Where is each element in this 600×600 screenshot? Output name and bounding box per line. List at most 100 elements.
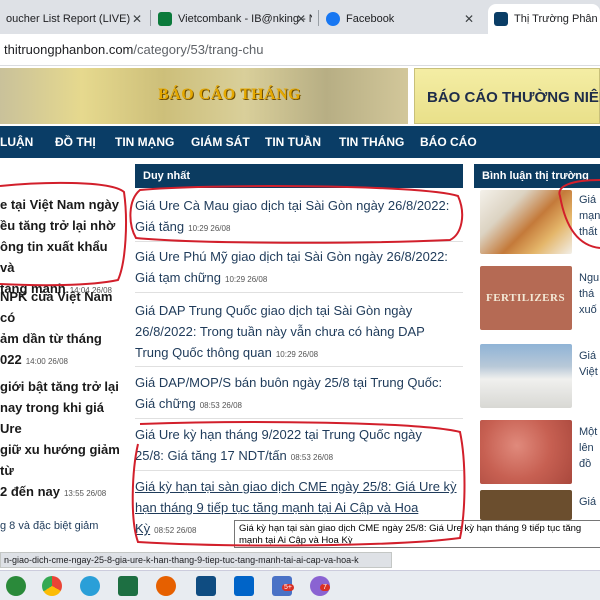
commentary-thumb-granules[interactable] bbox=[480, 420, 572, 484]
left-news-item[interactable]: e tại Việt Nam ngày ều tăng trở lại nhờ … bbox=[0, 194, 125, 301]
divider bbox=[135, 418, 463, 419]
tab-divider bbox=[150, 10, 151, 26]
browser-tab-strip: oucher List Report (LIVE) ✕ Vietcombank … bbox=[0, 0, 600, 34]
url-path: /category/53/trang-chu bbox=[133, 42, 264, 57]
commentary-thumb-fertilizers[interactable]: FERTILIZERS bbox=[480, 266, 572, 330]
tab-thi-truong-phan-bon[interactable]: Thị Trường Phân Bón bbox=[488, 4, 600, 34]
commentary-item[interactable]: Một lên đồ bbox=[579, 424, 597, 472]
headline-line: Giá bbox=[579, 496, 597, 508]
taskbar: 5+ 7 bbox=[0, 570, 600, 600]
headline-line: Việt bbox=[579, 366, 598, 378]
news-item-dap-trung-quoc[interactable]: Giá DAP Trung Quốc giao dịch tại Sài Gòn… bbox=[135, 300, 463, 365]
close-tab-icon[interactable]: ✕ bbox=[464, 12, 474, 26]
news-item-ure-ca-mau[interactable]: Giá Ure Cà Mau giao dịch tại Sài Gòn ngà… bbox=[135, 195, 463, 239]
commentary-item[interactable]: Giá mạn thất bbox=[579, 192, 600, 240]
divider bbox=[135, 241, 463, 242]
headline-line: Giá bbox=[579, 350, 597, 362]
headline-line: Kỳ bbox=[135, 521, 151, 536]
headline-line: 26/8/2022: Trong tuần này vẫn chưa có hà… bbox=[135, 324, 425, 339]
headline-line: Giá kỳ hạn tại sàn giao dịch CME ngày 25… bbox=[135, 479, 457, 494]
link-tooltip: Giá kỳ hạn tại sàn giao dịch CME ngày 25… bbox=[234, 520, 600, 548]
headline-line: thá bbox=[579, 288, 595, 300]
chrome-icon[interactable] bbox=[42, 576, 62, 596]
divider bbox=[135, 292, 463, 293]
url-host: thitruongphanbon.com bbox=[4, 42, 134, 57]
headline-line: Ngu bbox=[579, 272, 600, 284]
headline-line: Giá Ure Cà Mau giao dịch tại Sài Gòn ngà… bbox=[135, 198, 450, 213]
headline-line: nay trong khi giá Ure bbox=[0, 400, 105, 436]
firefox-icon[interactable] bbox=[156, 576, 176, 596]
tab-divider bbox=[318, 10, 319, 26]
headline-line: xuố bbox=[579, 304, 597, 316]
messenger-icon[interactable]: 7 bbox=[310, 576, 330, 596]
status-bar-url: n-giao-dich-cme-ngay-25-8-gia-ure-k-han-… bbox=[0, 552, 392, 568]
headline-line: Giá tạm chững bbox=[135, 270, 222, 285]
nav-item-binh-luan[interactable]: LUẬN bbox=[0, 135, 33, 149]
tab-label: oucher List Report (LIVE) bbox=[6, 13, 131, 25]
close-tab-icon[interactable]: ✕ bbox=[132, 12, 142, 26]
nav-item-do-thi[interactable]: ĐỒ THỊ bbox=[55, 135, 96, 149]
monthly-report-banner-text: BÁO CÁO THÁNG bbox=[158, 86, 302, 103]
teamviewer-icon[interactable]: 5+ bbox=[272, 576, 294, 596]
headline-line: giữ xu hướng giảm từ bbox=[0, 442, 120, 478]
bank-app-icon[interactable] bbox=[196, 576, 216, 596]
news-item-ure-ky-han[interactable]: Giá Ure kỳ hạn tháng 9/2022 tại Trung Qu… bbox=[135, 424, 463, 468]
notification-badge: 5+ bbox=[282, 584, 294, 591]
address-bar[interactable]: thitruongphanbon.com/category/53/trang-c… bbox=[0, 34, 600, 66]
tab-label: Thị Trường Phân Bón bbox=[514, 13, 600, 25]
unique-news-heading: Duy nhất bbox=[135, 164, 463, 188]
headline-line: thất bbox=[579, 226, 598, 238]
news-item-ure-phu-my[interactable]: Giá Ure Phú Mỹ giao dịch tại Sài Gòn ngà… bbox=[135, 246, 463, 290]
headline-line: hạn tháng 9 tiếp tục tăng mạnh tại Ai Cậ… bbox=[135, 500, 419, 515]
headline-line: giới bật tăng trở lại bbox=[0, 379, 119, 394]
commentary-item[interactable]: Giá Việt bbox=[579, 348, 598, 380]
headline-line: e tại Việt Nam ngày bbox=[0, 197, 119, 212]
headline-line: 25/8: Giá tăng 17 NDT/tấn bbox=[135, 448, 287, 463]
annual-report-banner[interactable]: BÁO CÁO THƯỜNG NIÊN bbox=[414, 68, 600, 124]
nav-item-tin-thang[interactable]: TIN THÁNG bbox=[339, 135, 404, 149]
commentary-thumb-grains[interactable] bbox=[480, 190, 572, 254]
left-news-item[interactable]: NPK của Việt Nam có ảm dần từ tháng 022 1… bbox=[0, 286, 125, 372]
commentary-item[interactable]: Giá bbox=[579, 494, 596, 510]
nav-item-bao-cao[interactable]: BÁO CÁO bbox=[420, 135, 477, 149]
tab-label: Vietcombank - IB@nking - Ng bbox=[178, 13, 312, 25]
url-text[interactable]: thitruongphanbon.com/category/53/trang-c… bbox=[4, 42, 263, 57]
headline-line: đồ bbox=[579, 458, 592, 470]
headline-line: Giá bbox=[579, 194, 597, 206]
commentary-thumb-5[interactable] bbox=[480, 490, 572, 520]
headline-line: Giá tăng bbox=[135, 219, 185, 234]
nav-item-giam-sat[interactable]: GIÁM SÁT bbox=[191, 135, 250, 149]
tab-facebook[interactable]: Facebook ✕ bbox=[320, 4, 480, 34]
headline-line: Giá DAP/MOP/S bán buôn ngày 25/8 tại Tru… bbox=[135, 375, 443, 390]
commentary-thumb-warehouse[interactable] bbox=[480, 344, 572, 408]
telegram-icon[interactable] bbox=[80, 576, 100, 596]
headline-line: ông tin xuất khẩu và bbox=[0, 239, 108, 275]
main-nav: LUẬN ĐỒ THỊ TIN MẠNG GIÁM SÁT TIN TUẦN T… bbox=[0, 126, 600, 158]
headline-line: ều tăng trở lại nhờ bbox=[0, 218, 116, 233]
monthly-report-banner[interactable]: BÁO CÁO THÁNG bbox=[0, 68, 408, 124]
tab-voucher-report[interactable]: oucher List Report (LIVE) ✕ bbox=[0, 4, 148, 34]
headline-line: mạn bbox=[579, 210, 600, 222]
commentary-item[interactable]: Ngu thá xuố bbox=[579, 270, 599, 318]
headline-line: ảm dần từ tháng bbox=[0, 331, 102, 346]
timestamp: 08:53 26/08 bbox=[199, 401, 242, 410]
nav-item-tin-mang[interactable]: TIN MẠNG bbox=[115, 135, 174, 149]
divider bbox=[135, 366, 463, 367]
headline-line: Một bbox=[579, 426, 598, 438]
zalo-icon[interactable] bbox=[234, 576, 254, 596]
fertilizers-thumb-text: FERTILIZERS bbox=[486, 292, 566, 304]
headline-line: Giá Ure kỳ hạn tháng 9/2022 tại Trung Qu… bbox=[135, 427, 422, 442]
recycle-bin-icon[interactable] bbox=[6, 576, 26, 596]
news-item-dap-mop-s[interactable]: Giá DAP/MOP/S bán buôn ngày 25/8 tại Tru… bbox=[135, 372, 463, 416]
left-news-item[interactable]: giới bật tăng trở lại nay trong khi giá … bbox=[0, 376, 125, 504]
nav-item-tin-tuan[interactable]: TIN TUẦN bbox=[265, 135, 321, 149]
left-news-snippet[interactable]: g 8 và đặc biệt giảm bbox=[0, 520, 98, 532]
tab-vietcombank[interactable]: Vietcombank - IB@nking - Ng ✕ bbox=[152, 4, 312, 34]
market-commentary-heading: Bình luận thị trường bbox=[474, 164, 600, 188]
close-tab-icon[interactable]: ✕ bbox=[296, 12, 306, 26]
notification-badge: 7 bbox=[320, 584, 330, 591]
tab-label: Facebook bbox=[346, 13, 395, 25]
excel-icon[interactable] bbox=[118, 576, 138, 596]
site-favicon-icon bbox=[494, 12, 508, 26]
headline-line: Giá DAP Trung Quốc giao dịch tại Sài Gòn… bbox=[135, 303, 413, 318]
